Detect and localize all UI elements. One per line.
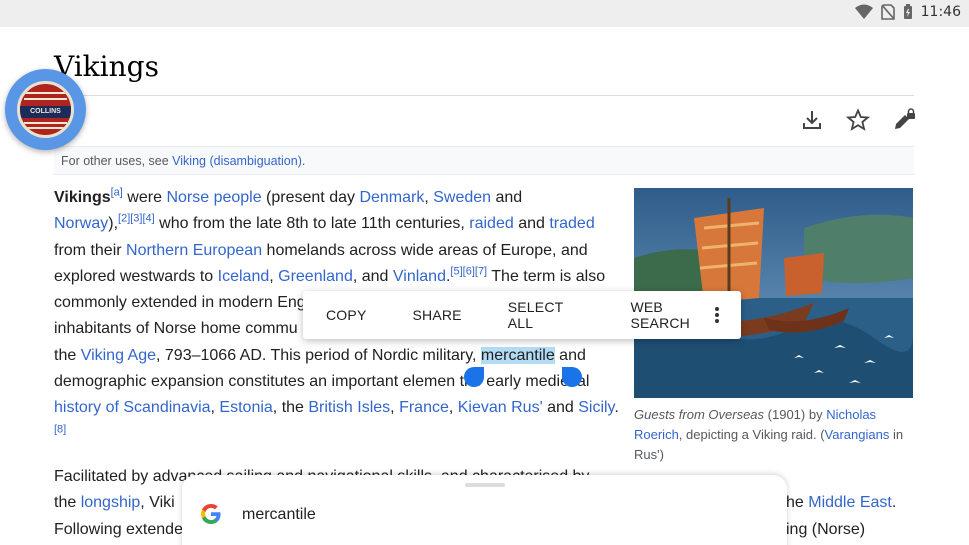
battery-icon <box>903 4 912 19</box>
clock: 11:46 <box>920 4 961 20</box>
text: the <box>54 346 81 364</box>
link-norway[interactable]: Norway <box>54 215 108 232</box>
text: the <box>54 494 81 512</box>
text: (present day <box>261 189 360 206</box>
link-denmark[interactable]: Denmark <box>359 189 424 206</box>
ref-5-6-7[interactable]: [5][6][7] <box>450 266 487 278</box>
hatnote-suffix: . <box>301 154 306 168</box>
text: and <box>491 189 523 206</box>
link-traded[interactable]: traded <box>549 215 594 232</box>
text: . <box>614 399 619 417</box>
text: , <box>269 267 279 285</box>
hatnote: For other uses, see Viking (disambiguati… <box>54 146 914 175</box>
web-search-button[interactable]: WEB SEARCH <box>607 299 741 331</box>
link-middle-east[interactable]: Middle East <box>808 494 892 511</box>
text: inhabitants of Norse home commu <box>54 320 298 338</box>
logo-line <box>24 98 67 100</box>
article-toolbar <box>800 108 916 132</box>
dictionary-app-bubble[interactable]: COLLINS <box>5 69 86 150</box>
wifi-icon <box>854 4 873 19</box>
link-northern-european[interactable]: Northern European <box>126 242 262 259</box>
text: he <box>786 494 809 512</box>
link-varangians[interactable]: Varangians <box>825 427 890 442</box>
status-bar: 11:46 <box>0 0 969 27</box>
search-query-text[interactable]: mercantile <box>242 506 316 524</box>
selected-text[interactable]: mercantile <box>480 346 555 364</box>
text: ), <box>108 215 119 233</box>
hatnote-prefix: For other uses, see <box>61 154 173 168</box>
text: Facilitated by advan <box>54 468 197 485</box>
text: , the <box>272 399 309 417</box>
caption-title: Guests from Overseas <box>634 407 765 422</box>
logo-brand-text: COLLINS <box>30 108 61 115</box>
link-iceland[interactable]: Iceland <box>218 268 270 285</box>
ref-2-3-4[interactable]: [2][3][4] <box>118 213 155 225</box>
download-icon[interactable] <box>800 108 824 132</box>
copy-button[interactable]: COPY <box>303 307 389 323</box>
disambiguation-link[interactable]: Viking (disambiguation) <box>172 154 302 168</box>
selection-end-handle[interactable] <box>562 367 582 387</box>
text: , Viki <box>140 494 175 512</box>
link-kievan-rus[interactable]: Kievan Rus' <box>458 399 543 416</box>
figure-caption: Guests from Overseas (1901) by Nicholas … <box>634 405 913 464</box>
link-viking-age[interactable]: Viking Age <box>81 347 156 364</box>
title-divider <box>54 95 914 96</box>
star-icon[interactable] <box>846 108 870 132</box>
text: from their <box>54 241 127 259</box>
logo-line <box>24 122 67 124</box>
sheet-drag-handle[interactable] <box>465 483 505 487</box>
ref-a[interactable]: [a] <box>111 187 123 199</box>
link-raided[interactable]: raided <box>469 215 513 232</box>
ref-8[interactable]: [8] <box>54 423 66 435</box>
logo-line <box>24 92 67 94</box>
text: . <box>891 494 897 512</box>
link-british-isles[interactable]: British Isles <box>308 399 390 416</box>
text-selection-toolbar: COPY SHARE SELECT ALL WEB SEARCH <box>303 291 741 339</box>
text: and <box>542 399 579 417</box>
selection-start-handle[interactable] <box>464 367 484 387</box>
text: , depicting a Viking raid. ( <box>678 426 825 442</box>
more-vert-icon[interactable] <box>715 307 719 323</box>
link-estonia[interactable]: Estonia <box>219 399 272 416</box>
google-g-icon <box>201 504 221 524</box>
link-france[interactable]: France <box>399 399 449 416</box>
text: Following extende <box>54 520 183 538</box>
dictionary-logo: COLLINS <box>17 81 74 138</box>
text: , 793–1066 AD. This period of Nordic mil… <box>156 346 481 364</box>
link-sweden[interactable]: Sweden <box>433 189 491 206</box>
text: were <box>122 189 167 206</box>
text: who from the late 8th to late 11th centu… <box>154 215 470 233</box>
edit-lock-icon[interactable] <box>892 108 916 132</box>
search-bottom-sheet[interactable]: mercantile <box>182 475 787 545</box>
link-history-of-scandinavia[interactable]: history of Scandinavia <box>54 399 211 416</box>
text: , and <box>352 267 393 285</box>
text: , <box>448 399 458 417</box>
text: ing (Norse) <box>786 520 866 538</box>
share-button[interactable]: SHARE <box>389 307 484 323</box>
text: and <box>513 215 550 233</box>
article-subject: Vikings <box>54 189 111 206</box>
logo-line <box>24 127 67 129</box>
link-vinland[interactable]: Vinland <box>393 268 446 285</box>
text: , <box>424 189 434 206</box>
no-sim-icon <box>880 4 895 20</box>
text: (1901) by <box>764 407 827 422</box>
link-greenland[interactable]: Greenland <box>278 268 353 285</box>
link-longship[interactable]: longship <box>81 494 141 511</box>
link-norse-people[interactable]: Norse people <box>166 189 261 206</box>
text: , <box>390 399 400 417</box>
link-sicily[interactable]: Sicily <box>578 399 614 416</box>
select-all-button[interactable]: SELECT ALL <box>485 299 608 331</box>
